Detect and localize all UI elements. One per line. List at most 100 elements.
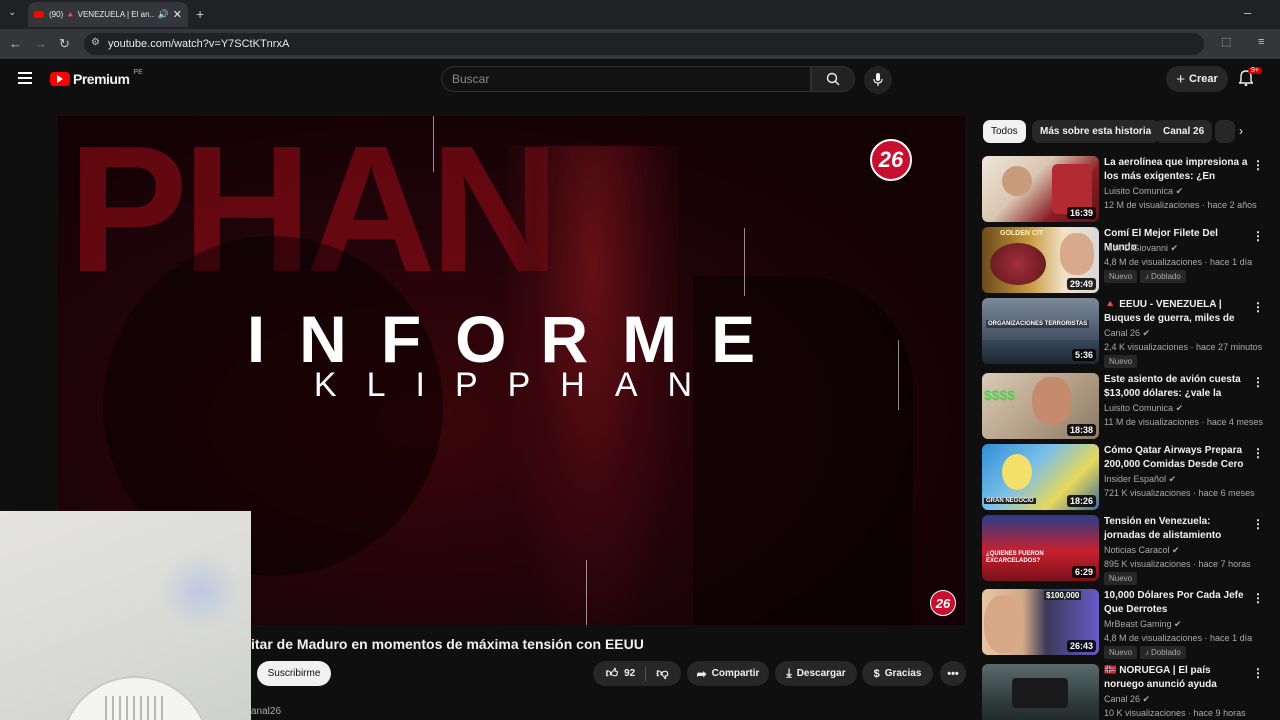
verified-icon: ✔ [1174,619,1182,629]
search-button[interactable] [811,66,855,92]
video-thumbnail[interactable]: $$$$ 18:38 [982,373,1099,439]
chip-todos[interactable]: Todos [983,120,1026,143]
more-actions-button[interactable]: ••• [940,661,966,686]
tab-search-icon[interactable]: ⌄ [8,8,16,18]
more-options-icon[interactable]: ⋮ [1252,517,1264,531]
video-title[interactable]: 🔺 EEUU - VENEZUELA | Buques de guerra, m… [1104,298,1250,326]
channel-handle[interactable]: anal26 [251,706,281,717]
verified-icon: ✔ [1175,186,1184,196]
thumb-person [1002,166,1032,196]
recommendation-item[interactable]: 🇳🇴 NORUEGA | El país noruego anunció ayu… [982,664,1280,720]
video-meta: 4,8 M de visualizaciones · hace 1 día [1104,633,1253,643]
video-title[interactable]: 10,000 Dólares Por Cada Jefe Que Derrote… [1104,589,1250,617]
webcam-chair-slats [105,696,165,720]
video-title[interactable]: Este asiento de avión cuesta $13,000 dól… [1104,373,1250,401]
chip-canal26[interactable]: Canal 26 [1155,120,1213,143]
share-label: Compartir [711,668,760,679]
minimize-icon[interactable]: – [1244,6,1251,19]
youtube-logo[interactable]: Premium PE [50,68,143,87]
new-badge: Nuevo [1104,270,1138,283]
thanks-button[interactable]: $ Gracias [862,661,933,686]
youtube-favicon-icon [34,11,44,18]
voice-search-button[interactable] [864,66,892,94]
extensions-icon[interactable]: ⬚ [1221,37,1231,48]
video-duration: 6:29 [1071,566,1096,578]
dubbed-label: Doblado [1151,272,1181,281]
recommendation-item[interactable]: ¿QUIENES FUERON EXCARCELADOS? 6:29 Tensi… [982,515,1280,585]
new-tab-icon[interactable]: + [196,7,204,21]
video-thumbnail[interactable]: GRAN NEGOCIO 18:26 [982,444,1099,510]
channel-name[interactable]: MrBeast Gaming ✔ [1104,619,1182,630]
badge-number: 26 [878,147,904,172]
chip-story[interactable]: Más sobre esta historia [1032,120,1160,143]
video-thumbnail[interactable]: 16:39 [982,156,1099,222]
channel-name[interactable]: Canal 26 ✔ [1104,328,1150,339]
thumb-person [1032,377,1072,425]
more-options-icon[interactable]: ⋮ [1252,666,1264,680]
video-thumbnail[interactable]: ¿QUIENES FUERON EXCARCELADOS? 6:29 [982,515,1099,581]
notifications-button[interactable]: 9+ [1238,67,1262,91]
recommendation-item[interactable]: $$$$ 18:38 Este asiento de avión cuesta … [982,373,1280,441]
chips-next-icon[interactable]: › [1239,124,1243,138]
verified-icon: ✔ [1172,545,1180,555]
tab-close-icon[interactable]: ✕ [173,8,182,21]
channel-name[interactable]: Nick DiGiovanni ✔ [1104,243,1178,254]
share-button[interactable]: ➦ Compartir [687,661,769,686]
download-button[interactable]: ⤓ Descargar [775,661,857,686]
video-title[interactable]: Cómo Qatar Airways Prepara 200,000 Comid… [1104,444,1250,472]
more-options-icon[interactable]: ⋮ [1252,375,1264,389]
recommendation-item[interactable]: 16:39 La aerolínea que impresiona a los … [982,156,1280,224]
recommendation-item[interactable]: GOLDEN CIT 29:49 Comí El Mejor Filete De… [982,227,1280,295]
channel-name[interactable]: Noticias Caracol ✔ [1104,545,1180,556]
region-code: PE [133,68,143,76]
dubbed-badge: ♪ Doblado [1140,270,1186,283]
video-duration: 29:49 [1066,278,1096,290]
chip-partial[interactable] [1215,120,1235,143]
browser-tab[interactable]: (90) 🔺 VENEZUELA | El an... 🔊 ✕ [28,2,188,27]
channel-label: MrBeast Gaming [1104,619,1172,629]
subscribe-button[interactable]: Suscribirme [257,661,331,686]
hamburger-menu-icon[interactable] [18,72,32,84]
video-thumbnail[interactable]: ORGANIZACIONES TERRORISTAS 5:36 [982,298,1099,364]
video-thumbnail[interactable]: $100,000 26:43 [982,589,1099,655]
decor-line [744,228,745,296]
recommendation-item[interactable]: $100,000 26:43 10,000 Dólares Por Cada J… [982,589,1280,659]
video-title[interactable]: La aerolínea que impresiona a los más ex… [1104,156,1250,184]
like-button[interactable]: 👍︎ 92 [606,666,636,681]
dislike-button[interactable]: 👎︎ [656,666,668,681]
back-icon[interactable]: ← [9,37,22,50]
menu-dots-icon[interactable]: ≡ [1258,37,1264,48]
address-bar[interactable]: ⚙ youtube.com/watch?v=Y7SCtKTnrxA [84,33,1204,55]
decor-line [586,560,587,625]
more-options-icon[interactable]: ⋮ [1252,591,1264,605]
tab-audio-icon[interactable]: 🔊 [158,9,169,20]
recommendation-item[interactable]: ORGANIZACIONES TERRORISTAS 5:36 🔺 EEUU -… [982,298,1280,368]
recommendation-item[interactable]: GRAN NEGOCIO 18:26 Cómo Qatar Airways Pr… [982,444,1280,512]
more-options-icon[interactable]: ⋮ [1252,158,1264,172]
video-thumbnail[interactable]: GOLDEN CIT 29:49 [982,227,1099,293]
channel-name[interactable]: Luisito Comunica ✔ [1104,403,1183,414]
verified-icon: ✔ [1168,474,1177,484]
more-options-icon[interactable]: ⋮ [1252,229,1264,243]
thumbs-down-icon: 👎︎ [656,666,669,680]
video-thumbnail[interactable] [982,664,1099,720]
create-button[interactable]: + Crear [1166,66,1228,92]
thanks-icon: $ [873,667,880,680]
thumb-text-money: $$$$ [984,387,1016,403]
forward-icon[interactable]: → [34,37,47,50]
more-options-icon[interactable]: ⋮ [1252,300,1264,314]
dub-icon: ♪ [1145,272,1149,281]
thumb-text-excarcelados: ¿QUIENES FUERON EXCARCELADOS? [986,551,1044,564]
dubbed-label: Doblado [1151,648,1181,657]
video-title[interactable]: 🇳🇴 NORUEGA | El país noruego anunció ayu… [1104,664,1250,692]
video-title[interactable]: Tensión en Venezuela: jornadas de alista… [1104,515,1250,543]
search-input[interactable]: Buscar [441,66,811,92]
video-meta: 2,4 K visualizaciones · hace 27 minutos [1104,342,1263,352]
channel-name[interactable]: Insider Español ✔ [1104,474,1176,485]
site-info-icon[interactable]: ⚙ [91,37,100,48]
more-options-icon[interactable]: ⋮ [1252,446,1264,460]
reload-icon[interactable]: ↻ [59,37,70,50]
channel-label: Luisito Comunica [1104,186,1174,196]
channel-name[interactable]: Canal 26 ✔ [1104,694,1150,705]
channel-name[interactable]: Luisito Comunica ✔ [1104,186,1183,197]
